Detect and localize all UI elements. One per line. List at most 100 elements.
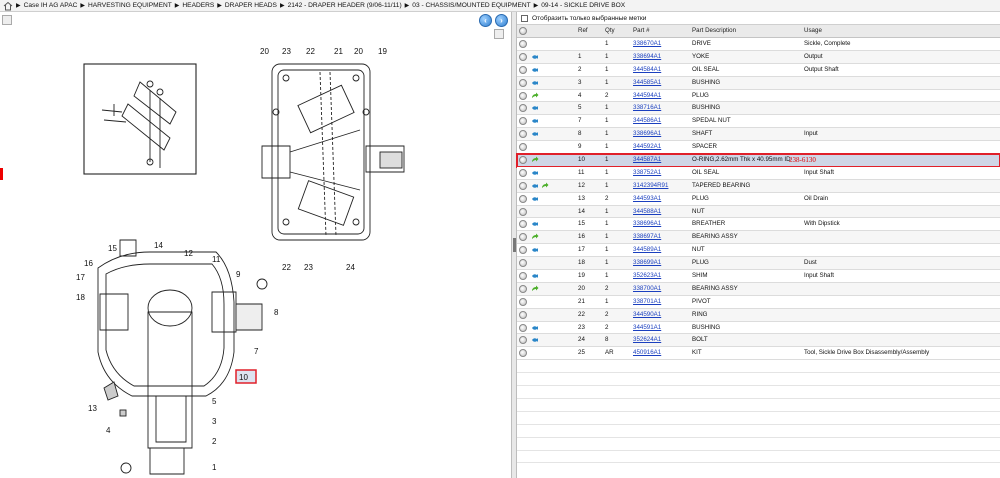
fish-icon[interactable] — [531, 272, 539, 280]
fish-icon[interactable] — [531, 336, 539, 344]
part-number-link[interactable]: 344589A1 — [633, 244, 691, 256]
table-row[interactable]: 8 1 338696A1 SHAFT Input — [517, 128, 1000, 142]
fish-icon[interactable] — [531, 104, 539, 112]
part-number-link[interactable]: 344594A1 — [633, 90, 691, 102]
breadcrumb-item[interactable]: Case IH AG APAC — [24, 2, 78, 9]
breadcrumb-item-current[interactable]: 09-14 - SICKLE DRIVE BOX — [541, 2, 625, 9]
table-row[interactable]: 1 1 338694A1 YOKE Output — [517, 50, 1000, 64]
part-number-link[interactable]: 338752A1 — [633, 167, 691, 179]
fish-icon[interactable] — [531, 169, 539, 177]
breadcrumb-item[interactable]: HEADERS — [182, 2, 214, 9]
table-row[interactable]: 15 1 338696A1 BREATHER With Dipstick — [517, 218, 1000, 232]
select-row-icon[interactable] — [519, 284, 527, 293]
select-row-icon[interactable] — [519, 40, 527, 48]
col-usage[interactable]: Usage — [804, 25, 994, 37]
table-row-selected[interactable]: 10 1 344587A1 O-RING,2.62mm Thk x 40.95mm I… — [516, 153, 1000, 168]
fish-icon[interactable] — [531, 324, 539, 332]
col-part[interactable]: Part # — [633, 25, 691, 37]
col-qty[interactable]: Qty — [605, 25, 631, 37]
fish-icon[interactable] — [531, 182, 539, 190]
part-number-link[interactable]: 338697A1 — [633, 231, 691, 243]
col-desc[interactable]: Part Description — [692, 25, 804, 37]
table-row[interactable]: 23 2 344591A1 BUSHING — [517, 321, 1000, 335]
table-row[interactable]: 22 2 344590A1 RING — [517, 308, 1000, 322]
table-row[interactable]: 16 1 338697A1 BEARING ASSY — [517, 231, 1000, 245]
table-row[interactable]: 20 2 338700A1 BEARING ASSY — [517, 282, 1000, 296]
fish-icon[interactable] — [531, 53, 539, 61]
select-row-icon[interactable] — [519, 168, 527, 177]
fish-icon[interactable] — [531, 79, 539, 87]
table-row[interactable]: 19 1 352623A1 SHIM Input Shaft — [517, 270, 1000, 283]
part-number-link[interactable]: 344588A1 — [633, 206, 691, 218]
col-ref[interactable]: Ref — [578, 25, 604, 37]
part-number-link[interactable]: 344591A1 — [633, 322, 691, 334]
part-number-link[interactable]: 344586A1 — [633, 115, 691, 127]
select-row-icon[interactable] — [519, 130, 527, 139]
arrow-icon[interactable] — [541, 182, 549, 190]
table-row[interactable]: 14 1 344588A1 NUT — [517, 205, 1000, 219]
table-row[interactable]: 4 2 344594A1 PLUG — [517, 89, 1000, 103]
part-number-link[interactable]: 338670A1 — [633, 38, 691, 50]
fish-icon[interactable] — [531, 246, 539, 254]
arrow-icon[interactable] — [531, 285, 539, 293]
table-row[interactable]: 3 1 344585A1 BUSHING — [517, 76, 1000, 90]
arrow-icon[interactable] — [531, 233, 539, 241]
part-number-link[interactable]: 338716A1 — [633, 102, 691, 114]
table-row[interactable]: 13 2 344593A1 PLUG Oil Drain — [517, 192, 1000, 206]
select-row-icon[interactable] — [519, 78, 527, 87]
arrow-icon[interactable] — [531, 156, 539, 164]
breadcrumb-item[interactable]: HARVESTING EQUIPMENT — [88, 2, 172, 9]
select-row-icon[interactable] — [519, 246, 527, 255]
select-row-icon[interactable] — [519, 194, 527, 203]
part-number-link[interactable]: 338701A1 — [633, 296, 691, 308]
breadcrumb-item[interactable]: DRAPER HEADS — [225, 2, 277, 9]
select-row-icon[interactable] — [519, 310, 527, 319]
home-icon[interactable] — [3, 1, 13, 11]
table-row[interactable]: 18 1 338699A1 PLUG Dust — [517, 257, 1000, 271]
table-row[interactable]: 24 8 352624A1 BOLT — [517, 334, 1000, 348]
fish-icon[interactable] — [531, 195, 539, 203]
select-row-icon[interactable] — [519, 233, 527, 242]
selected-only-checkbox[interactable] — [521, 14, 528, 22]
breadcrumb-item[interactable]: 2142 - DRAPER HEADER (9/06-11/11) — [288, 2, 402, 9]
table-row[interactable]: 25 AR 450916A1 KIT Tool, Sickle Drive Box Di… — [517, 347, 1000, 361]
part-number-link[interactable]: 344590A1 — [633, 309, 691, 321]
select-row-icon[interactable] — [519, 91, 527, 100]
select-row-icon[interactable] — [519, 259, 527, 268]
part-number-link[interactable]: 344592A1 — [633, 141, 691, 153]
table-row[interactable]: 17 1 344589A1 NUT — [517, 244, 1000, 258]
select-row-icon[interactable] — [519, 207, 527, 216]
select-all-icon[interactable] — [519, 27, 527, 35]
select-row-icon[interactable] — [519, 104, 527, 113]
select-row-icon[interactable] — [519, 181, 527, 190]
select-row-icon[interactable] — [519, 117, 527, 126]
part-number-link[interactable]: 338699A1 — [633, 257, 691, 269]
select-row-icon[interactable] — [519, 323, 527, 332]
part-number-link[interactable]: 338700A1 — [633, 283, 691, 295]
select-row-icon[interactable] — [519, 349, 527, 358]
select-row-icon[interactable] — [519, 336, 527, 345]
part-number-link[interactable]: 450916A1 — [633, 347, 691, 359]
part-number-link[interactable]: 338696A1 — [633, 128, 691, 140]
select-row-icon[interactable] — [519, 65, 527, 74]
table-row[interactable]: 21 1 338701A1 PIVOT — [517, 295, 1000, 309]
table-row[interactable]: 2 1 344584A1 OIL SEAL Output Shaft — [517, 63, 1000, 77]
table-row[interactable]: 5 1 338716A1 BUSHING — [517, 102, 1000, 116]
table-row[interactable]: 1 338670A1 DRIVE Sickle, Complete — [517, 38, 1000, 51]
part-number-link[interactable]: 3142394R91 — [633, 180, 691, 192]
table-row[interactable]: 9 1 344592A1 SPACER — [517, 141, 1000, 155]
select-row-icon[interactable] — [519, 220, 527, 229]
fish-icon[interactable] — [531, 130, 539, 138]
fish-icon[interactable] — [531, 117, 539, 125]
select-row-icon[interactable] — [519, 272, 527, 281]
part-number-link[interactable]: 344585A1 — [633, 77, 691, 89]
part-number-link[interactable]: 352624A1 — [633, 334, 691, 346]
fish-icon[interactable] — [531, 220, 539, 228]
part-number-link[interactable]: 344587A1 — [633, 154, 691, 166]
part-number-link[interactable]: 344593A1 — [633, 193, 691, 205]
select-row-icon[interactable] — [519, 297, 527, 306]
part-number-link[interactable]: 352623A1 — [633, 270, 691, 282]
splitter-grip[interactable] — [513, 238, 516, 252]
breadcrumb-item[interactable]: 03 - CHASSIS/MOUNTED EQUIPMENT — [412, 2, 530, 9]
select-row-icon[interactable] — [519, 52, 527, 61]
